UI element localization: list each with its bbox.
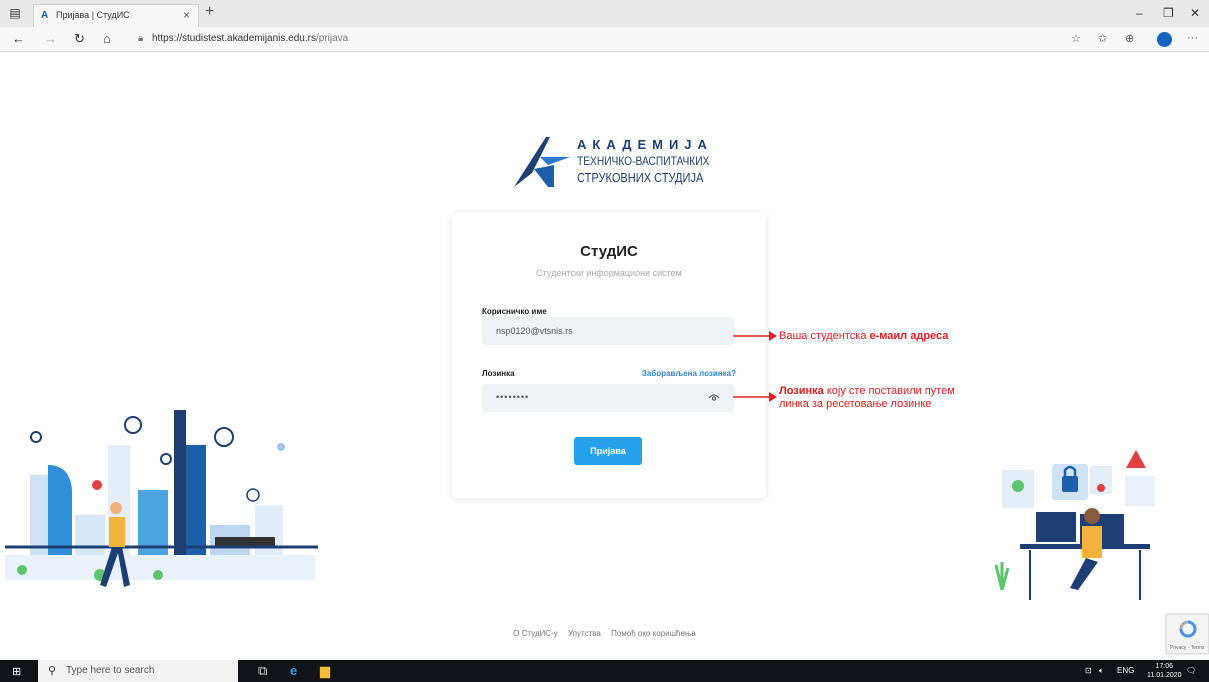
- url-field[interactable]: https://studistest.akademijanis.edu.rs/p…: [152, 33, 348, 44]
- arrow-password-icon: [733, 392, 777, 402]
- recaptcha-icon: [1179, 620, 1197, 638]
- tab-actions-icon[interactable]: ▤: [6, 6, 24, 21]
- logo-subtitle-2: СТРУКОВНИХ СТУДИЈА: [577, 170, 704, 185]
- refresh-icon[interactable]: ↻: [74, 31, 85, 47]
- lock-icon[interactable]: 🔒︎: [138, 33, 143, 44]
- footer-help-link[interactable]: Помоћ око коришћења: [611, 629, 696, 638]
- back-icon[interactable]: ←: [12, 31, 25, 46]
- password-value: ••••••••: [496, 392, 530, 402]
- recaptcha-terms[interactable]: Privacy - Terms: [1170, 645, 1204, 651]
- city-illustration: [5, 410, 318, 587]
- show-password-icon[interactable]: [708, 391, 720, 403]
- email-annotation: Ваша студентска е-маил адреса: [779, 330, 949, 342]
- profile-avatar[interactable]: [1157, 32, 1172, 47]
- clock-date: 11.01.2020: [1147, 672, 1182, 679]
- more-menu-icon[interactable]: ···: [1187, 32, 1198, 44]
- collections-icon[interactable]: ⊕: [1125, 32, 1134, 45]
- clock[interactable]: 17:06 11.01.2020: [1147, 662, 1182, 680]
- app-subtitle: Студентски информациони систем: [536, 268, 682, 278]
- tab-close-icon[interactable]: ×: [183, 8, 190, 22]
- file-explorer-icon[interactable]: ▆: [320, 663, 330, 679]
- username-input[interactable]: nsp0120@vtsnis.rs: [482, 317, 734, 345]
- username-value: nsp0120@vtsnis.rs: [496, 326, 573, 336]
- notifications-icon[interactable]: 🗨︎: [1186, 666, 1196, 675]
- username-label: Корисничко име: [482, 307, 547, 316]
- favicon-icon: A: [41, 10, 49, 21]
- footer-links: О СтудИС-у Упутства Помоћ око коришћења: [0, 629, 1209, 638]
- academy-logo: АКАДЕМИЈА ТЕХНИЧКО-ВАСПИТАЧКИХ СТРУКОВНИ…: [510, 135, 710, 195]
- footer-instructions-link[interactable]: Упутства: [568, 629, 601, 638]
- browser-tab-bar: ▤ A Пријава | СтудИС × + – ❐ ✕: [0, 0, 1209, 27]
- logo-mark-icon: [514, 137, 570, 187]
- clock-time: 17:06: [1155, 663, 1174, 670]
- forward-icon[interactable]: →: [44, 31, 57, 46]
- close-window-icon[interactable]: ✕: [1190, 6, 1200, 20]
- logo-title: АКАДЕМИЈА: [577, 137, 713, 152]
- language-indicator[interactable]: ENG: [1117, 666, 1134, 675]
- windows-start-icon[interactable]: ⊞: [12, 665, 21, 678]
- login-button[interactable]: Пријава: [574, 437, 642, 465]
- restore-icon[interactable]: ❐: [1163, 6, 1174, 20]
- browser-tab[interactable]: A Пријава | СтудИС ×: [33, 4, 199, 27]
- search-icon: ⚲: [48, 665, 57, 677]
- security-illustration: [994, 450, 1155, 600]
- logo-subtitle-1: ТЕХНИЧКО-ВАСПИТАЧКИХ: [577, 154, 710, 168]
- login-card: СтудИС Студентски информациони систем Ко…: [452, 213, 766, 498]
- volume-icon[interactable]: 🔈︎: [1099, 666, 1104, 676]
- home-icon[interactable]: ⌂: [103, 31, 111, 46]
- taskbar: ⊞ ⚲ Type here to search ⧉ e ▆ ⊡ 🔈︎ ENG 1…: [0, 660, 1209, 682]
- forgot-password-link[interactable]: Заборављена лозинка?: [642, 369, 736, 378]
- favorites-icon[interactable]: ✩: [1098, 32, 1107, 45]
- edge-icon[interactable]: e: [290, 663, 297, 678]
- password-input[interactable]: ••••••••: [482, 384, 734, 412]
- recaptcha-badge[interactable]: Privacy - Terms: [1166, 614, 1209, 654]
- taskbar-search[interactable]: ⚲ Type here to search: [38, 660, 238, 682]
- footer-about-link[interactable]: О СтудИС-у: [513, 629, 558, 638]
- network-icon[interactable]: ⊡: [1085, 666, 1092, 675]
- address-bar: ← → ↻ ⌂ 🔒︎ https://studistest.akademijan…: [0, 27, 1209, 52]
- new-tab-icon[interactable]: +: [205, 3, 214, 21]
- password-annotation: Лозинка коју сте поставили путем линка з…: [779, 385, 955, 410]
- search-placeholder: Type here to search: [66, 665, 155, 676]
- arrow-email-icon: [733, 331, 777, 341]
- password-label: Лозинка: [482, 369, 515, 378]
- tab-title: Пријава | СтудИС: [56, 10, 130, 20]
- add-favorite-icon[interactable]: ☆: [1071, 32, 1081, 45]
- app-title: СтудИС: [580, 243, 638, 260]
- task-view-icon[interactable]: ⧉: [258, 663, 267, 679]
- minimize-icon[interactable]: –: [1136, 6, 1143, 20]
